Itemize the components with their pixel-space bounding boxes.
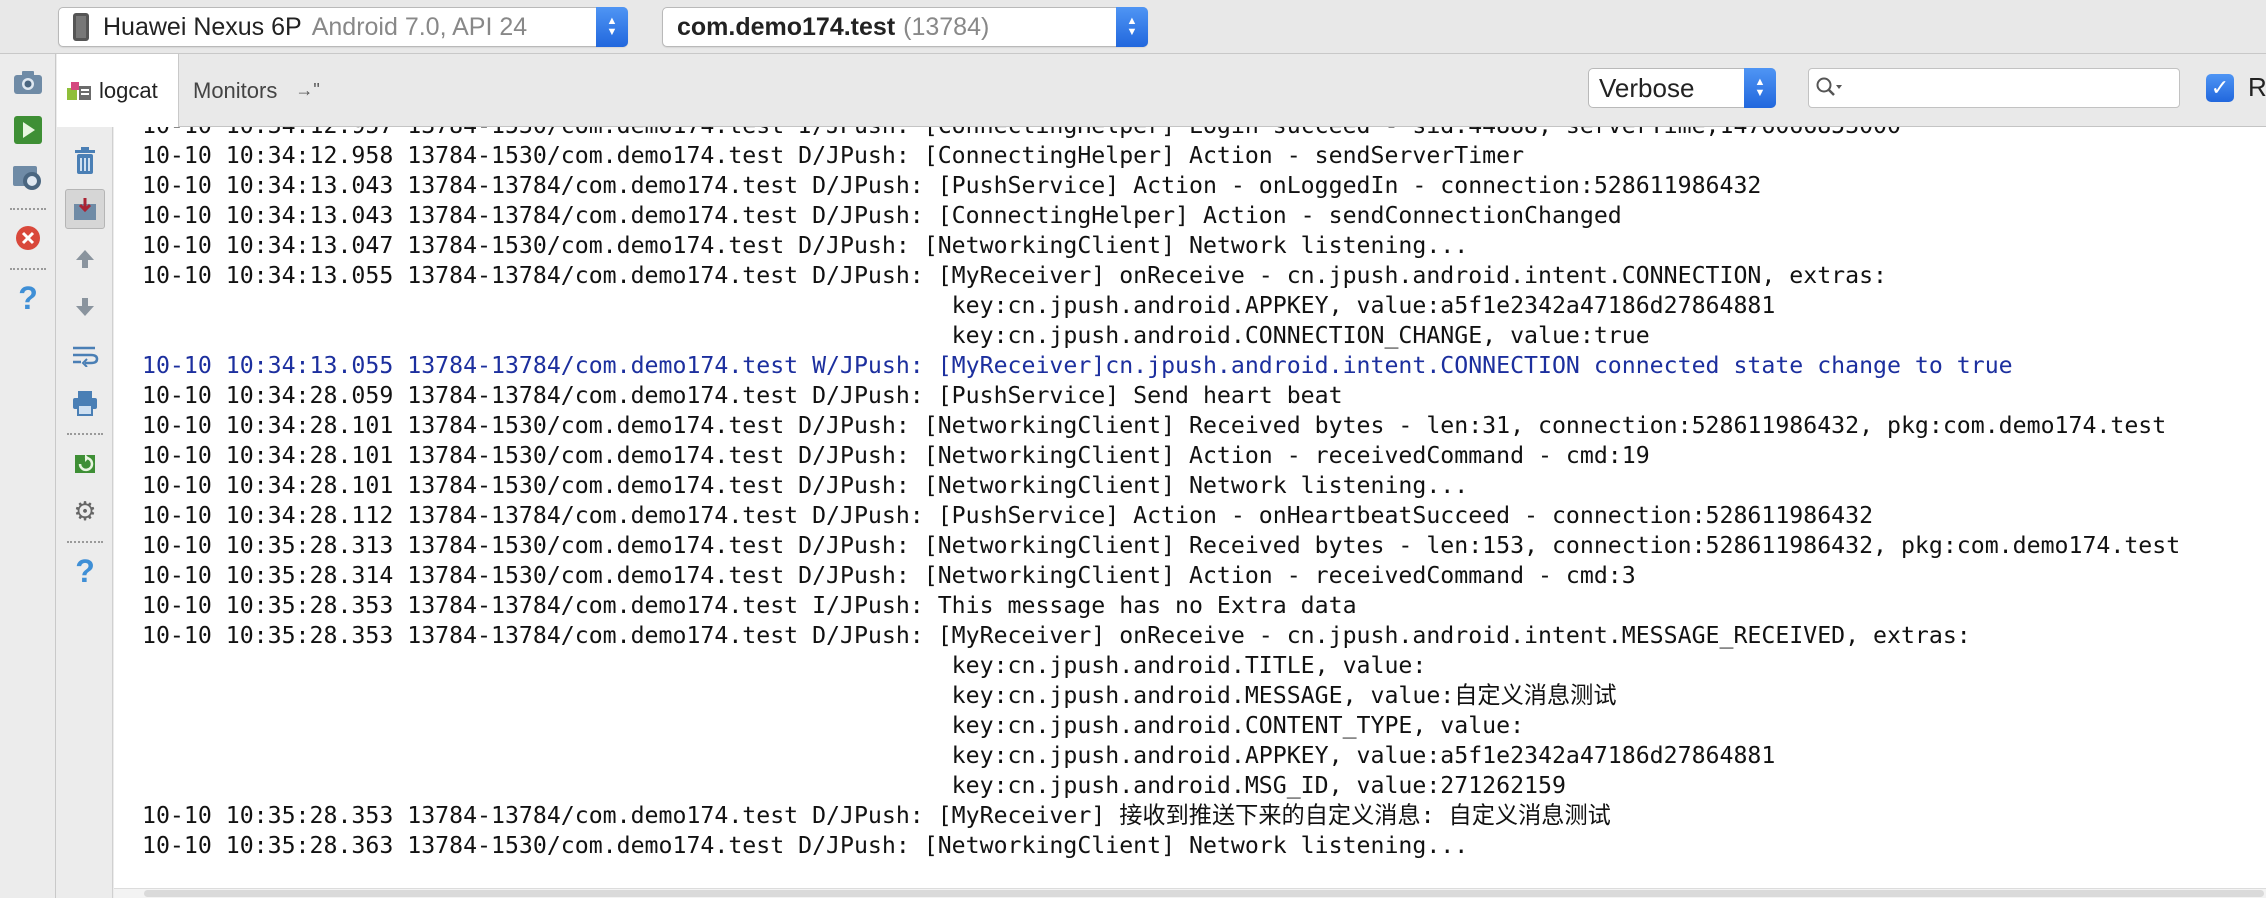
- chevron-updown-icon: ▲ ▼: [1116, 7, 1148, 47]
- logcat-output[interactable]: 10-10 10:34:12.957 13784-1530/com.demo17…: [114, 127, 2266, 898]
- left-toolstrip: ?: [0, 54, 56, 898]
- device-bar: Huawei Nexus 6P Android 7.0, API 24 ▲ ▼ c…: [0, 0, 2266, 54]
- log-line: 10-10 10:34:28.101 13784-1530/com.demo17…: [142, 442, 1650, 469]
- log-line: 10-10 10:34:28.101 13784-1530/com.demo17…: [142, 472, 1469, 499]
- chevron-updown-icon: ▲ ▼: [596, 7, 628, 47]
- screen-record-icon[interactable]: [8, 158, 48, 198]
- stop-icon[interactable]: [8, 218, 48, 258]
- log-line: 10-10 10:35:28.363 13784-1530/com.demo17…: [142, 832, 1469, 859]
- logcat-icon: [67, 80, 93, 102]
- soft-wraps-icon[interactable]: [65, 335, 105, 375]
- log-line: key:cn.jpush.android.CONTENT_TYPE, value…: [142, 712, 1525, 739]
- device-detail: Android 7.0, API 24: [311, 12, 528, 41]
- phone-icon: [73, 13, 89, 41]
- process-pid: (13784): [903, 12, 990, 41]
- log-line: 10-10 10:34:13.055 13784-13784/com.demo1…: [142, 262, 1888, 289]
- log-line: 10-10 10:35:28.353 13784-13784/com.demo1…: [142, 802, 1611, 829]
- log-line: 10-10 10:34:12.958 13784-1530/com.demo17…: [142, 142, 1525, 169]
- log-line: 10-10 10:34:28.059 13784-13784/com.demo1…: [142, 382, 1343, 409]
- chevron-updown-icon: ▲ ▼: [1744, 68, 1776, 108]
- process-selector[interactable]: com.demo174.test (13784) ▲ ▼: [662, 7, 1148, 47]
- device-selector[interactable]: Huawei Nexus 6P Android 7.0, API 24 ▲ ▼: [58, 7, 628, 47]
- settings-icon[interactable]: ⚙: [65, 491, 105, 531]
- log-line: 10-10 10:34:28.112 13784-13784/com.demo1…: [142, 502, 1874, 529]
- log-line: 10-10 10:34:13.047 13784-1530/com.demo17…: [142, 232, 1469, 259]
- log-line: key:cn.jpush.android.APPKEY, value:a5f1e…: [142, 742, 1776, 769]
- log-line: 10-10 10:35:28.353 13784-13784/com.demo1…: [142, 592, 1357, 619]
- scrollbar-thumb[interactable]: [144, 890, 2264, 897]
- log-level-select[interactable]: Verbose ▲ ▼: [1588, 68, 1776, 108]
- camera-icon[interactable]: [8, 62, 48, 102]
- log-line: 10-10 10:34:13.055 13784-13784/com.demo1…: [142, 352, 2013, 379]
- pin-icon[interactable]: →": [295, 80, 319, 101]
- log-line: 10-10 10:35:28.353 13784-13784/com.demo1…: [142, 622, 1971, 649]
- tab-logcat[interactable]: logcat: [57, 54, 179, 127]
- log-line: key:cn.jpush.android.CONNECTION_CHANGE, …: [142, 322, 1650, 349]
- restart-icon[interactable]: [65, 443, 105, 483]
- up-arrow-icon[interactable]: [65, 239, 105, 279]
- tab-logcat-label: logcat: [99, 77, 158, 103]
- print-icon[interactable]: [65, 383, 105, 423]
- tab-monitors-label: Monitors: [193, 77, 278, 103]
- device-name: Huawei Nexus 6P: [103, 12, 302, 41]
- regex-checkbox[interactable]: ✓: [2206, 73, 2234, 102]
- log-line: key:cn.jpush.android.MESSAGE, value:自定义消…: [142, 682, 1617, 709]
- regex-toggle[interactable]: ✓ Regex: [2206, 72, 2266, 103]
- log-line: 10-10 10:34:13.043 13784-13784/com.demo1…: [142, 202, 1622, 229]
- horizontal-scrollbar[interactable]: [114, 888, 2266, 898]
- regex-label: Regex: [2248, 72, 2266, 102]
- log-line: 10-10 10:34:12.957 13784-1530/com.demo17…: [142, 127, 1901, 141]
- log-line: 10-10 10:35:28.313 13784-1530/com.demo17…: [142, 532, 2181, 559]
- help-icon[interactable]: ?: [8, 278, 48, 318]
- tab-monitors[interactable]: Monitors →": [179, 54, 389, 127]
- log-line: key:cn.jpush.android.APPKEY, value:a5f1e…: [142, 292, 1776, 319]
- down-arrow-icon[interactable]: [65, 287, 105, 327]
- log-line: 10-10 10:34:28.101 13784-1530/com.demo17…: [142, 412, 2167, 439]
- logcat-toolbar: ⚙ ?: [57, 127, 113, 898]
- scroll-to-end-icon[interactable]: [65, 189, 105, 229]
- log-line: 10-10 10:34:13.043 13784-13784/com.demo1…: [142, 172, 1762, 199]
- log-line: 10-10 10:35:28.314 13784-1530/com.demo17…: [142, 562, 1636, 589]
- search-field[interactable]: [1808, 68, 2180, 108]
- log-line: key:cn.jpush.android.TITLE, value:: [142, 652, 1427, 679]
- clear-logcat-icon[interactable]: [65, 141, 105, 181]
- search-icon: [1816, 77, 1842, 96]
- process-name: com.demo174.test: [677, 12, 896, 41]
- log-level-value: Verbose: [1599, 72, 1695, 103]
- run-icon[interactable]: [8, 110, 48, 150]
- logcat-header: logcat Monitors →" Verbose ▲▼ ✓ Regex: [57, 54, 2266, 127]
- help-icon[interactable]: ?: [65, 551, 105, 591]
- log-line: key:cn.jpush.android.MSG_ID, value:27126…: [142, 772, 1566, 799]
- search-input[interactable]: [1851, 75, 2171, 101]
